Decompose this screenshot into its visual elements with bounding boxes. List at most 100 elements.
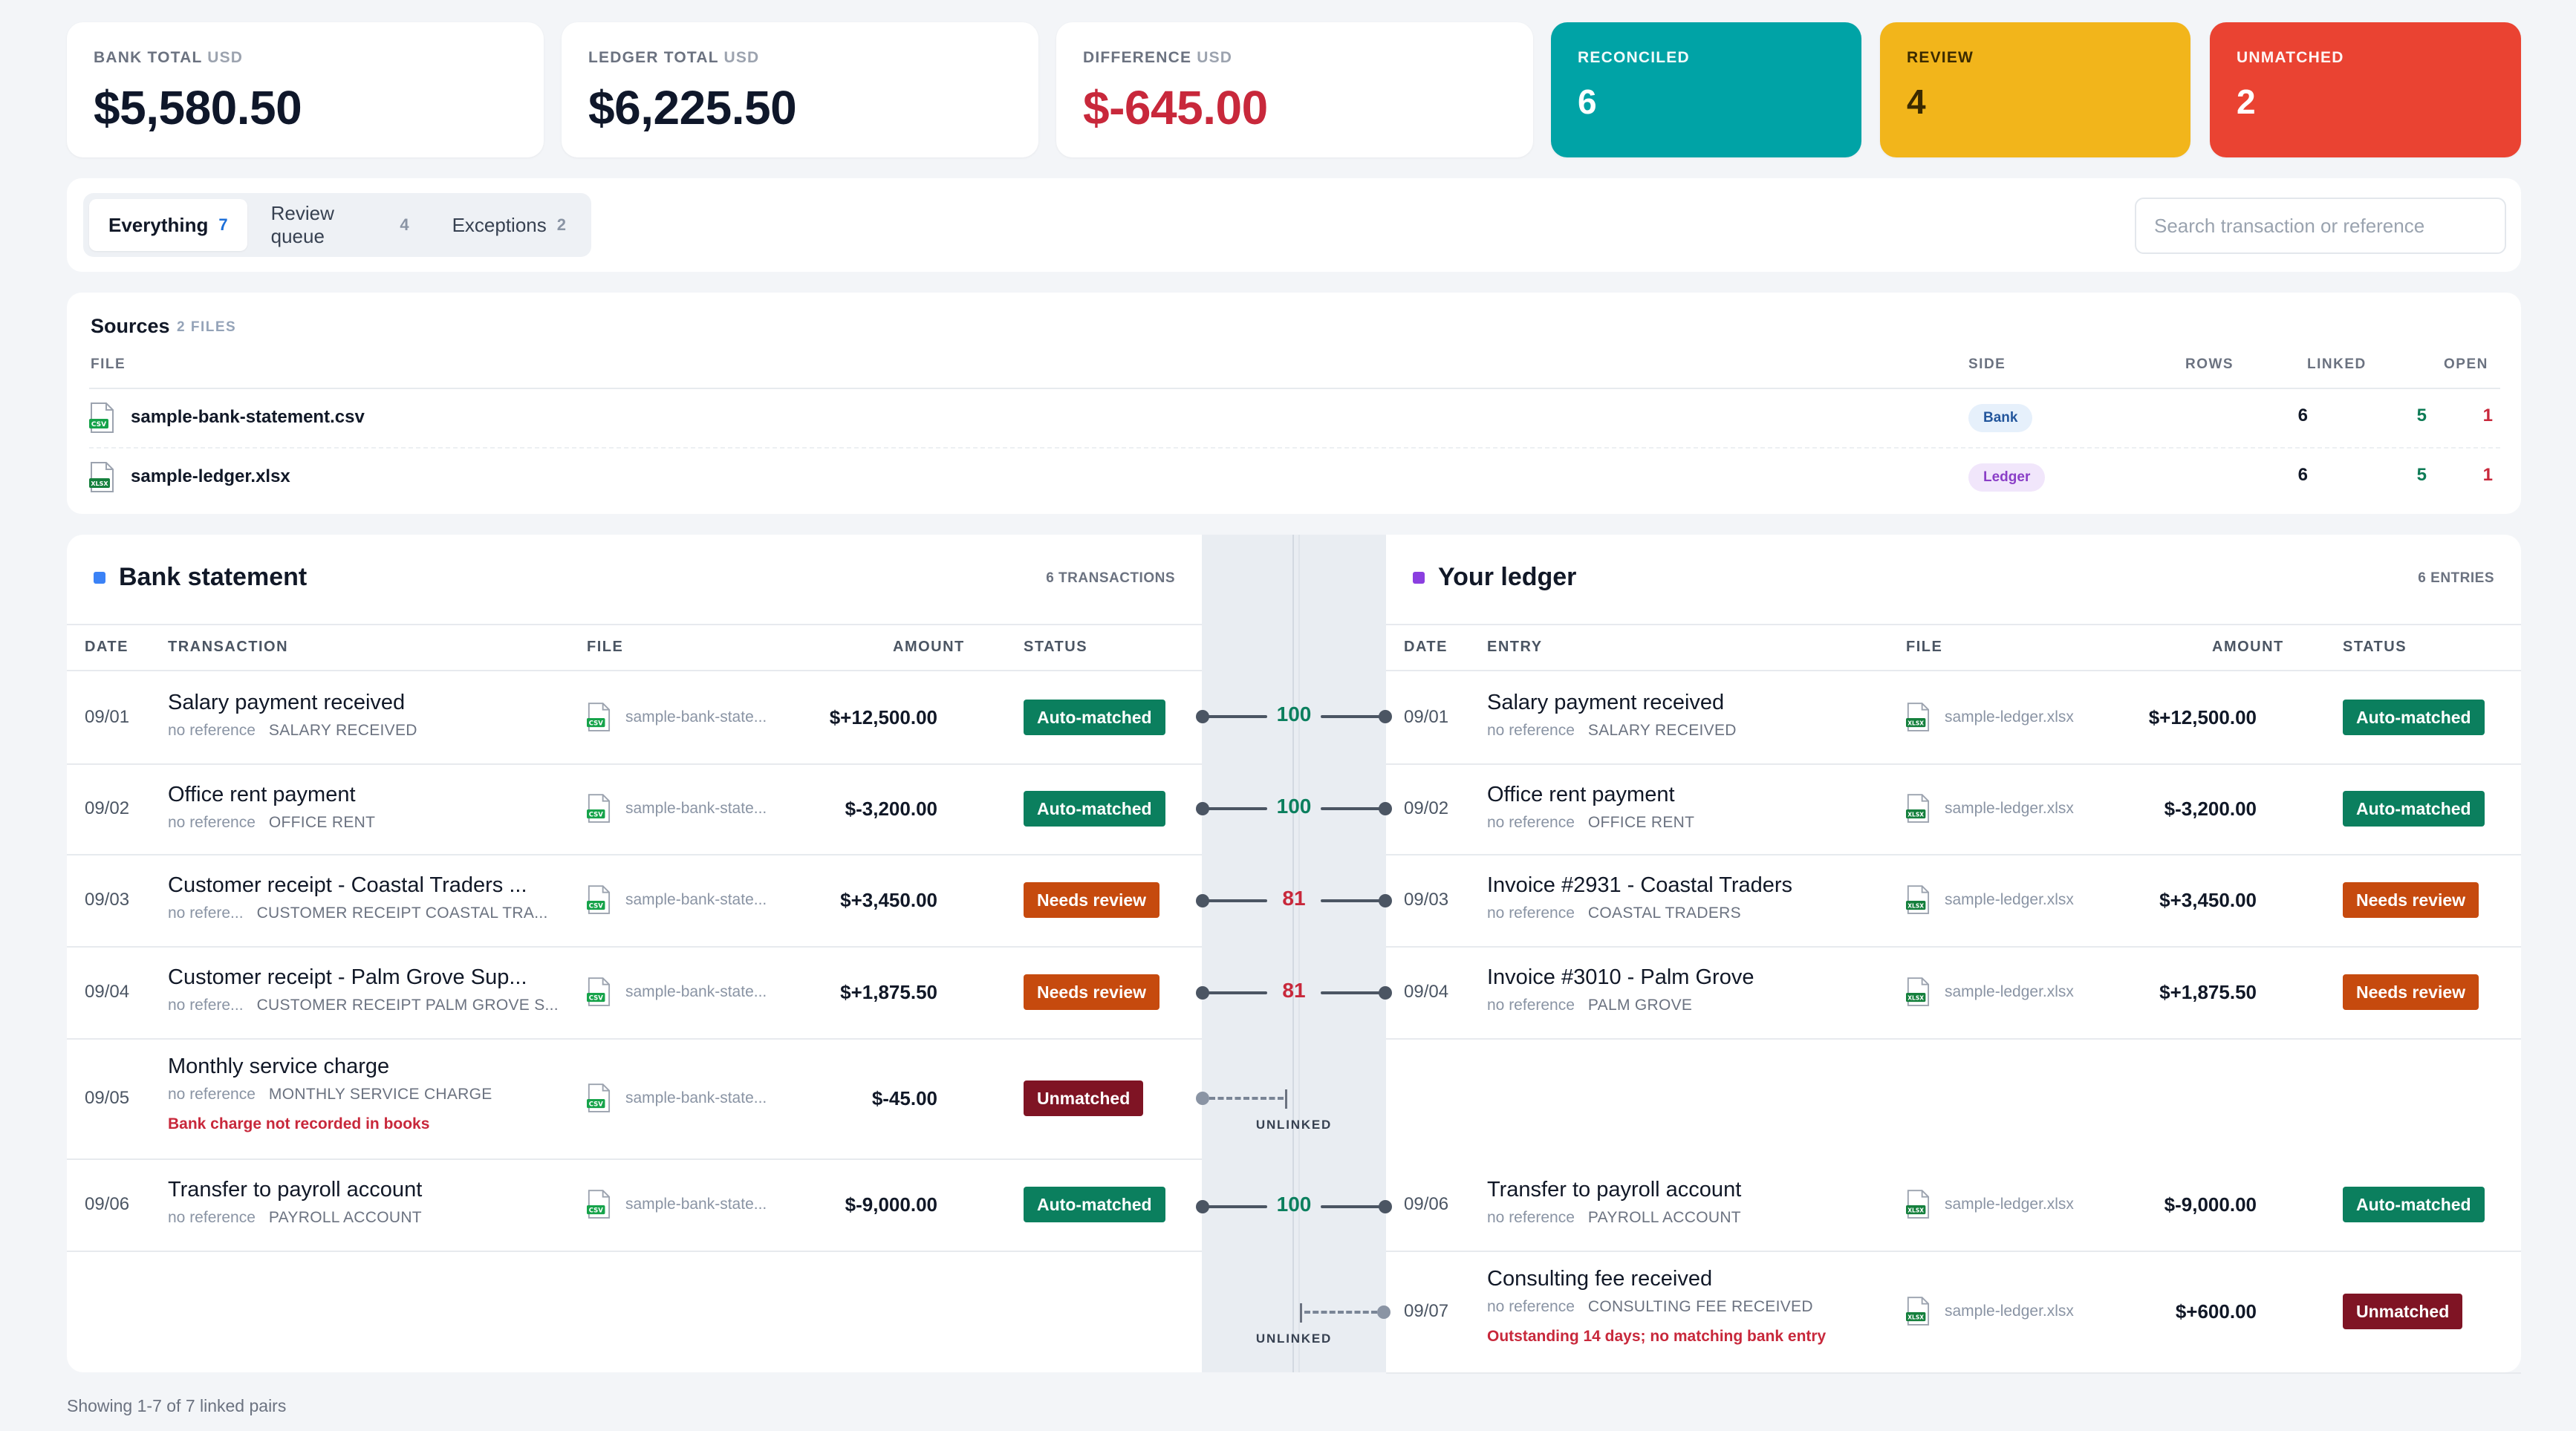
status-badge[interactable]: Needs review xyxy=(2343,974,2479,1010)
match-link[interactable]: 100 xyxy=(1191,793,1396,823)
row-title[interactable]: Monthly service charge xyxy=(168,1054,569,1079)
row-title[interactable]: Salary payment received xyxy=(168,691,569,715)
row-divider xyxy=(67,1251,1202,1252)
row-title[interactable]: Customer receipt - Coastal Traders ... xyxy=(168,873,569,898)
review-card[interactable]: REVIEW 4 xyxy=(1880,22,2190,157)
row-title[interactable]: Salary payment received xyxy=(1487,691,1888,715)
row-file[interactable]: sample-ledger.xlsx xyxy=(1945,1303,2074,1320)
row-title[interactable]: Invoice #2931 - Coastal Traders xyxy=(1487,873,1888,898)
bank-col-file: FILE xyxy=(587,639,624,655)
pagination-summary: Showing 1-7 of 7 linked pairs xyxy=(67,1396,287,1415)
source-linked: 5 xyxy=(2416,405,2427,426)
status-badge[interactable]: Auto-matched xyxy=(1024,1187,1165,1222)
row-divider xyxy=(67,946,1202,948)
status-badge[interactable]: Auto-matched xyxy=(1024,791,1165,827)
row-amount: $-45.00 xyxy=(871,1087,937,1109)
status-badge[interactable]: Unmatched xyxy=(2343,1294,2463,1329)
row-divider xyxy=(1386,854,2521,855)
row-title[interactable]: Office rent payment xyxy=(1487,783,1888,807)
status-badge[interactable]: Needs review xyxy=(1024,882,1160,918)
csv-file-icon: CSV xyxy=(587,794,611,824)
row-file[interactable]: sample-bank-state... xyxy=(625,800,767,818)
bank-statement-panel: Bank statement 6 TRANSACTIONS DATE TRANS… xyxy=(67,535,1202,1372)
csv-file-icon: CSV xyxy=(89,402,114,433)
match-link[interactable]: 81 xyxy=(1191,885,1396,915)
side-badge-ledger: Ledger xyxy=(1968,463,2046,492)
svg-text:CSV: CSV xyxy=(589,1100,603,1107)
status-badge[interactable]: Auto-matched xyxy=(2343,700,2485,735)
match-link[interactable]: 81 xyxy=(1191,977,1396,1007)
source-file-name[interactable]: sample-ledger.xlsx xyxy=(131,466,290,487)
source-file-name[interactable]: sample-bank-statement.csv xyxy=(131,407,365,428)
bank-total-unit: USD xyxy=(207,49,244,66)
svg-text:XLSX: XLSX xyxy=(91,480,108,487)
row-date: 09/03 xyxy=(85,890,130,910)
row-amount: $+1,875.50 xyxy=(2159,981,2257,1003)
status-badge[interactable]: Needs review xyxy=(1024,974,1160,1010)
tab-label: Review queue xyxy=(270,202,334,247)
row-title[interactable]: Invoice #3010 - Palm Grove xyxy=(1487,965,1888,990)
row-file[interactable]: sample-bank-state... xyxy=(625,891,767,909)
tab-everything[interactable]: Everything 7 xyxy=(89,199,247,251)
row-title[interactable]: Transfer to payroll account xyxy=(1487,1178,1888,1202)
row-reference: no reference xyxy=(1487,1209,1575,1226)
match-link[interactable]: 100 xyxy=(1191,701,1396,731)
svg-text:CSV: CSV xyxy=(589,719,603,726)
link-endpoint xyxy=(1196,802,1209,815)
status-badge[interactable]: Auto-matched xyxy=(2343,1187,2485,1222)
ledger-total-unit: USD xyxy=(723,49,760,66)
tab-count: 4 xyxy=(400,215,409,234)
row-title[interactable]: Customer receipt - Palm Grove Sup... xyxy=(168,965,569,990)
row-meta: no reference PAYROLL ACCOUNT xyxy=(168,1209,569,1227)
tab-exceptions[interactable]: Exceptions 2 xyxy=(433,199,585,251)
row-file[interactable]: sample-bank-state... xyxy=(625,708,767,726)
bank-col-date: DATE xyxy=(85,639,129,655)
row-date: 09/04 xyxy=(85,982,130,1002)
row-meta: no reference SALARY RECEIVED xyxy=(168,722,569,740)
row-file[interactable]: sample-ledger.xlsx xyxy=(1945,983,2074,1001)
row-file[interactable]: sample-ledger.xlsx xyxy=(1945,708,2074,726)
row-date: 09/04 xyxy=(1404,982,1449,1002)
unmatched-card[interactable]: UNMATCHED 2 xyxy=(2210,22,2521,157)
status-badge[interactable]: Auto-matched xyxy=(1024,700,1165,735)
status-badge[interactable]: Unmatched xyxy=(1024,1080,1144,1116)
ledger-panel: Your ledger 6 ENTRIES DATE ENTRY FILE AM… xyxy=(1386,535,2521,1374)
row-file[interactable]: sample-bank-state... xyxy=(625,1196,767,1213)
ledger-accent-dot xyxy=(1413,572,1425,584)
row-file[interactable]: sample-bank-state... xyxy=(625,1089,767,1107)
row-amount: $+12,500.00 xyxy=(829,706,937,728)
row-reference: no reference xyxy=(168,1209,256,1226)
reconciled-card[interactable]: RECONCILED 6 xyxy=(1551,22,1861,157)
xlsx-file-icon: XLSX xyxy=(1906,977,1930,1007)
svg-text:CSV: CSV xyxy=(91,421,106,428)
match-link[interactable]: 100 xyxy=(1191,1191,1396,1221)
link-endpoint xyxy=(1196,894,1209,907)
svg-text:XLSX: XLSX xyxy=(1907,1207,1924,1213)
row-title[interactable]: Consulting fee received xyxy=(1487,1267,1888,1291)
sources-title: Sources xyxy=(91,315,170,337)
row-divider xyxy=(1386,763,2521,765)
status-badge[interactable]: Auto-matched xyxy=(2343,791,2485,827)
row-file[interactable]: sample-bank-state... xyxy=(625,983,767,1001)
row-file[interactable]: sample-ledger.xlsx xyxy=(1945,891,2074,909)
row-amount: $+600.00 xyxy=(2175,1300,2257,1323)
sources-col-side: SIDE xyxy=(1968,356,2006,372)
tab-review-queue[interactable]: Review queue 4 xyxy=(252,199,429,251)
row-memo: PAYROLL ACCOUNT xyxy=(1587,1209,1741,1226)
row-title[interactable]: Transfer to payroll account xyxy=(168,1178,569,1202)
status-badge[interactable]: Needs review xyxy=(2343,882,2479,918)
row-memo: CUSTOMER RECEIPT COASTAL TRA... xyxy=(256,904,548,922)
row-exception-note: Outstanding 14 days; no matching bank en… xyxy=(1487,1328,1827,1345)
row-file[interactable]: sample-ledger.xlsx xyxy=(1945,800,2074,818)
match-score: 100 xyxy=(1276,795,1312,818)
row-meta: no reference PAYROLL ACCOUNT xyxy=(1487,1209,1888,1227)
search-input[interactable] xyxy=(2135,198,2506,254)
csv-file-icon: CSV xyxy=(587,1083,611,1113)
row-file[interactable]: sample-ledger.xlsx xyxy=(1945,1196,2074,1213)
sources-col-file: FILE xyxy=(91,356,126,372)
svg-text:CSV: CSV xyxy=(589,1206,603,1213)
row-title[interactable]: Office rent payment xyxy=(168,783,569,807)
row-memo: PALM GROVE xyxy=(1587,997,1693,1014)
divider xyxy=(89,447,2500,449)
row-reference: no reference xyxy=(1487,904,1575,922)
